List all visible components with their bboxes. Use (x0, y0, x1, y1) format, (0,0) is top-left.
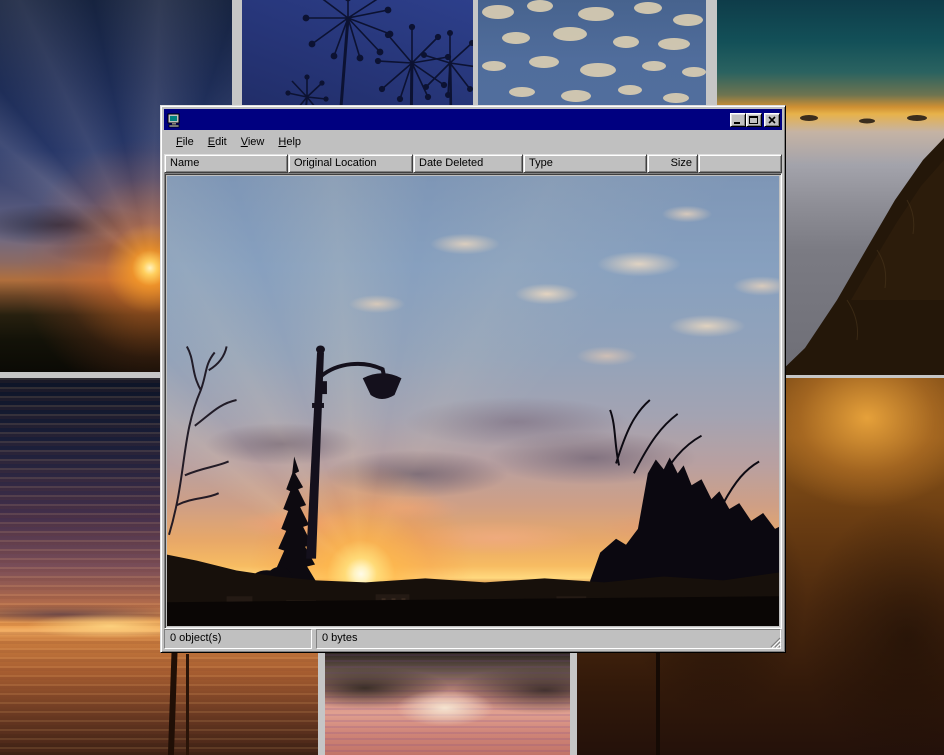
column-header-original-location-label: Original Location (294, 157, 377, 169)
column-header-type[interactable]: Type (523, 154, 647, 173)
column-header-type-label: Type (529, 157, 553, 169)
window-titlebar[interactable] (164, 109, 782, 130)
menu-file-hotkey: F (176, 136, 183, 148)
window-controls (730, 113, 780, 127)
column-header-date-deleted-label: Date Deleted (419, 157, 483, 169)
column-header-name[interactable]: Name (164, 154, 288, 173)
maximize-icon (749, 116, 758, 124)
status-size: 0 bytes (316, 629, 781, 649)
menu-bar: File Edit View Help (164, 132, 782, 152)
menu-help[interactable]: Help (271, 134, 308, 150)
menu-edit-label: dit (215, 136, 227, 148)
cypress-silhouette (244, 457, 319, 591)
computer-icon (166, 112, 182, 128)
menu-view-hotkey: V (241, 136, 248, 148)
menu-view-label: iew (248, 136, 265, 148)
close-button[interactable] (764, 113, 780, 127)
column-header-row: Name Original Location Date Deleted Type… (164, 154, 782, 173)
status-size-text: 0 bytes (322, 632, 357, 644)
resize-grip[interactable] (769, 636, 782, 649)
water-pole (186, 654, 189, 755)
status-object-count: 0 object(s) (164, 629, 312, 649)
status-bar: 0 object(s) 0 bytes (164, 629, 782, 649)
minimize-button[interactable] (730, 113, 746, 127)
branch-silhouette (169, 346, 237, 534)
minimize-icon (734, 122, 740, 124)
water-pole (168, 636, 178, 755)
sunset-silhouettes (167, 176, 779, 626)
maximize-button[interactable] (746, 113, 762, 127)
column-header-spacer[interactable] (698, 154, 782, 173)
column-header-original-location[interactable]: Original Location (288, 154, 413, 173)
menu-view[interactable]: View (234, 134, 272, 150)
menu-file-label: ile (183, 136, 194, 148)
street-lamp-silhouette (306, 345, 401, 558)
list-view[interactable] (164, 173, 782, 629)
close-icon (768, 116, 776, 124)
column-header-name-label: Name (170, 157, 199, 169)
column-header-date-deleted[interactable]: Date Deleted (413, 154, 523, 173)
sunset-photo-backdrop (167, 176, 779, 626)
menu-edit-hotkey: E (208, 136, 215, 148)
menu-edit[interactable]: Edit (201, 134, 234, 150)
menu-file[interactable]: File (169, 134, 201, 150)
status-object-count-text: 0 object(s) (170, 632, 221, 644)
recycle-bin-window: File Edit View Help Name Original Locati… (160, 105, 786, 653)
column-header-size[interactable]: Size (647, 154, 698, 173)
menu-help-label: elp (286, 136, 301, 148)
column-header-size-label: Size (671, 157, 692, 169)
